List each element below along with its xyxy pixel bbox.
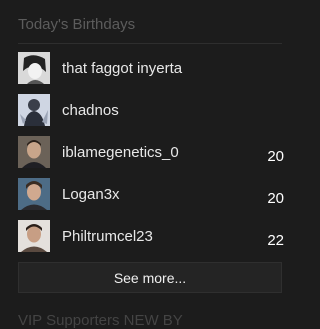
divider <box>18 43 282 44</box>
avatar-man-photo-icon[interactable] <box>18 178 50 210</box>
avatar-anime-grayscale-icon[interactable] <box>18 52 50 84</box>
username-link[interactable]: iblamegenetics_0 <box>62 144 254 161</box>
username-link[interactable]: that faggot inyerta <box>62 60 254 77</box>
age-label: 20 <box>267 189 284 207</box>
birthday-row[interactable]: Logan3x 20 <box>18 178 284 210</box>
birthday-row[interactable]: chadnos <box>18 94 284 126</box>
age-label: 20 <box>267 147 284 165</box>
avatar-man-photo-icon[interactable] <box>18 136 50 168</box>
todays-birthdays-panel: Today's Birthdays that faggot inyerta ch… <box>0 0 295 329</box>
birthday-row[interactable]: iblamegenetics_0 20 <box>18 136 284 168</box>
username-link[interactable]: Logan3x <box>62 186 254 203</box>
avatar-figure-grayscale-icon[interactable] <box>18 94 50 126</box>
birthday-row[interactable]: Philtrumcel23 22 <box>18 220 284 252</box>
username-link[interactable]: Philtrumcel23 <box>62 228 254 245</box>
age-label: 22 <box>267 231 284 249</box>
avatar-man-photo-icon[interactable] <box>18 220 50 252</box>
username-link[interactable]: chadnos <box>62 102 254 119</box>
birthday-row[interactable]: that faggot inyerta <box>18 52 284 84</box>
section-title: Today's Birthdays <box>18 16 136 33</box>
see-more-button[interactable]: See more... <box>18 262 282 293</box>
